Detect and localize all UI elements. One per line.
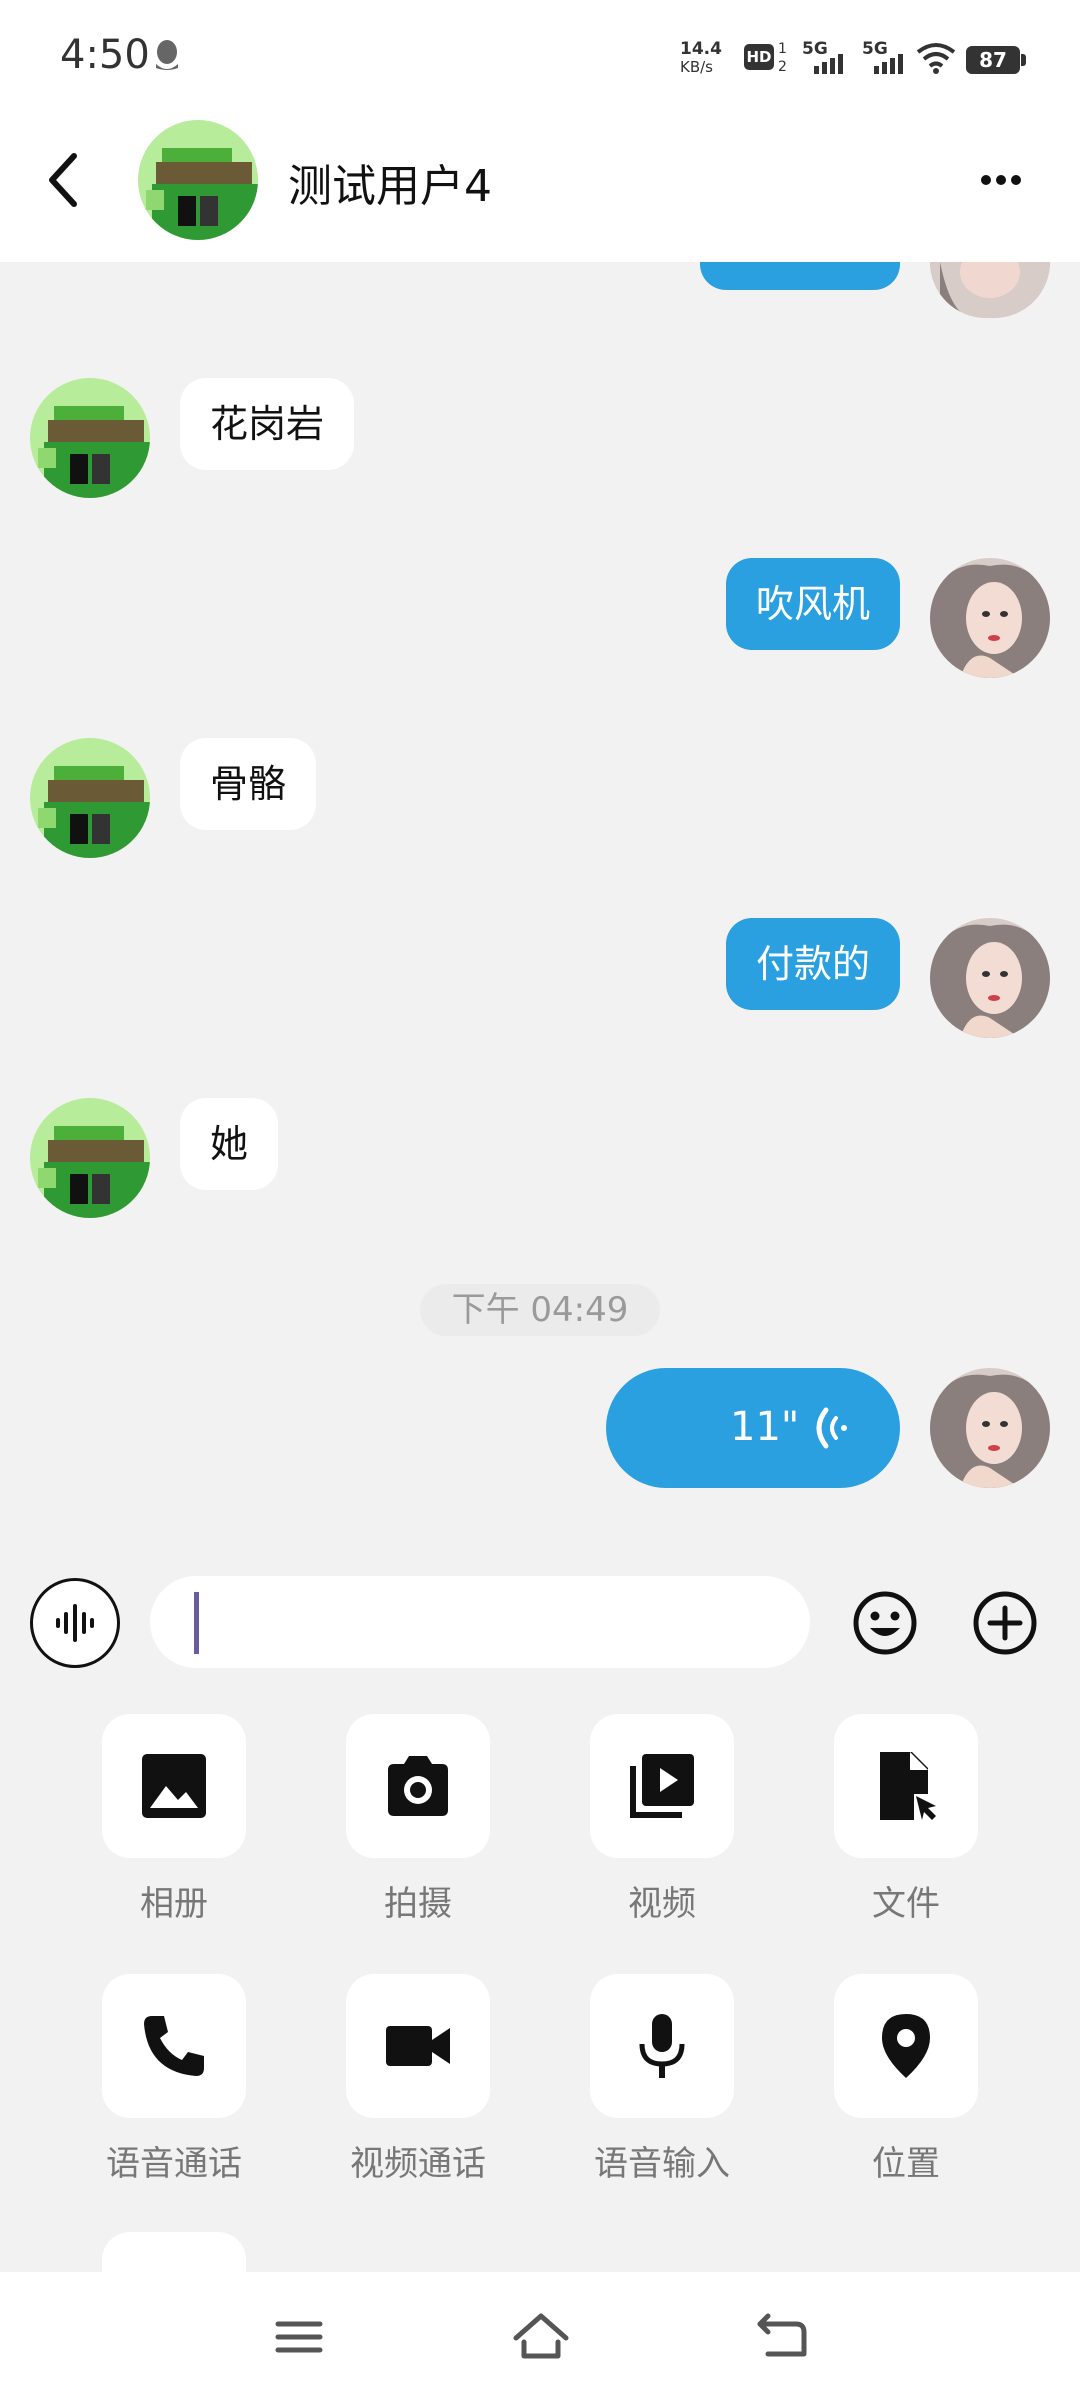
text-caret	[194, 1592, 199, 1654]
outgoing-message-bubble[interactable]: 付款的	[725, 918, 900, 1010]
self-message-avatar[interactable]	[930, 1368, 1050, 1488]
contact-message-avatar[interactable]	[30, 738, 150, 858]
mic-icon	[639, 2014, 685, 2078]
battery-indicator: 87	[966, 46, 1020, 74]
incoming-message-bubble[interactable]: 骨骼	[180, 738, 317, 830]
tool-video[interactable]	[590, 1714, 734, 1858]
portrait-avatar-image	[930, 558, 1050, 678]
portrait-avatar-image	[930, 918, 1050, 1038]
time-separator: 下午 04:49	[420, 1284, 660, 1336]
tool-voice-call-label: 语音通话	[106, 2144, 242, 2184]
incoming-message-bubble[interactable]: 花岗岩	[180, 378, 355, 470]
more-options-icon[interactable]	[976, 162, 1026, 198]
net-speed-value: 14.4	[680, 39, 722, 59]
tool-file-label: 文件	[872, 1884, 940, 1924]
hd-sub-bottom: 2	[778, 59, 787, 75]
file-icon	[880, 1752, 936, 1820]
net-speed-unit: KB/s	[680, 58, 713, 76]
tool-location-label: 位置	[872, 2144, 940, 2184]
voice-input-toggle[interactable]	[30, 1578, 120, 1668]
tool-album[interactable]	[102, 1714, 246, 1858]
voice-wave-icon	[816, 1407, 847, 1449]
wifi-icon	[916, 43, 956, 74]
tool-voice-input[interactable]	[590, 1974, 734, 2118]
partial-self-avatar[interactable]	[930, 262, 1050, 318]
tool-voice-input-label: 语音输入	[594, 2144, 730, 2184]
back-arrow-icon[interactable]	[40, 148, 84, 212]
sound-wave-icon	[56, 1604, 94, 1642]
pixel-avatar-image	[138, 120, 258, 240]
videocam-icon	[386, 2026, 450, 2066]
tool-video-call-label: 视频通话	[350, 2144, 486, 2184]
pixel-avatar-image	[30, 1098, 150, 1218]
signal-1-icon	[814, 54, 843, 74]
menu-icon[interactable]	[264, 2302, 334, 2372]
video-library-icon	[630, 1754, 694, 1818]
pixel-avatar-image	[30, 738, 150, 858]
location-icon	[882, 2014, 930, 2078]
pixel-avatar-image	[30, 378, 150, 498]
message-input[interactable]	[150, 1576, 810, 1668]
tool-partial-tile[interactable]	[102, 2232, 246, 2272]
tool-video-label: 视频	[628, 1884, 696, 1924]
incoming-message-bubble[interactable]: 她	[180, 1098, 279, 1190]
image-icon	[142, 1754, 206, 1818]
chat-title: 测试用户4	[288, 161, 492, 212]
phone-icon	[144, 2016, 204, 2076]
tool-album-label: 相册	[140, 1884, 208, 1924]
signal-2-icon	[874, 54, 903, 74]
hd-sub-top: 1	[778, 41, 787, 57]
portrait-avatar-image	[930, 1368, 1050, 1488]
home-icon[interactable]	[506, 2302, 576, 2372]
voice-duration: 11"	[730, 1404, 800, 1450]
self-message-avatar[interactable]	[930, 918, 1050, 1038]
qq-notification-icon	[156, 40, 178, 70]
hd-badge: HD	[744, 44, 774, 70]
status-time: 4:50	[60, 32, 150, 78]
emoji-icon[interactable]	[852, 1590, 918, 1656]
tool-video-call[interactable]	[346, 1974, 490, 2118]
voice-message-bubble[interactable]: 11"	[606, 1368, 900, 1488]
tool-voice-call[interactable]	[102, 1974, 246, 2118]
self-message-avatar[interactable]	[930, 558, 1050, 678]
camera-icon	[388, 1756, 448, 1816]
add-more-icon[interactable]	[972, 1590, 1038, 1656]
battery-tip	[1021, 54, 1026, 66]
tool-camera-label: 拍摄	[384, 1884, 452, 1924]
back-nav-icon[interactable]	[746, 2302, 816, 2372]
tool-location[interactable]	[834, 1974, 978, 2118]
contact-message-avatar[interactable]	[30, 1098, 150, 1218]
partial-message-bubble[interactable]	[700, 262, 900, 290]
contact-avatar[interactable]	[138, 120, 258, 240]
outgoing-message-bubble[interactable]: 吹风机	[725, 558, 900, 650]
tool-file[interactable]	[834, 1714, 978, 1858]
contact-message-avatar[interactable]	[30, 378, 150, 498]
tool-camera[interactable]	[346, 1714, 490, 1858]
